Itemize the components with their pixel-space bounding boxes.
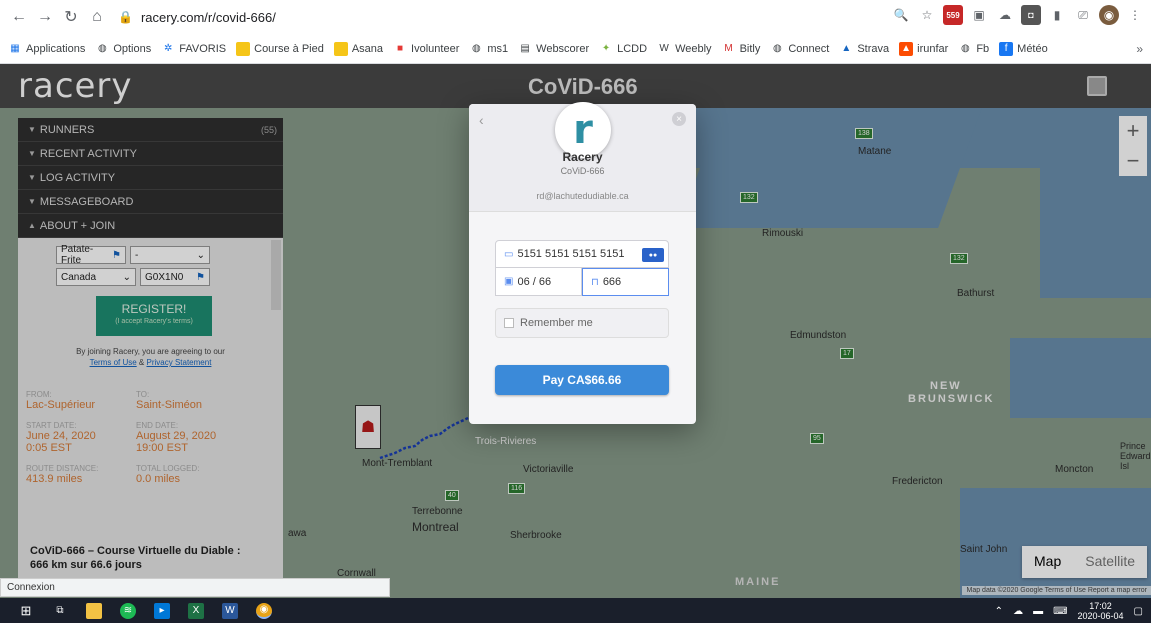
keyboard-icon[interactable]: ⌨ bbox=[1053, 606, 1067, 617]
bookmark-connect[interactable]: ◍ Connect bbox=[770, 42, 829, 56]
gmail-extension-icon[interactable]: 559 bbox=[943, 5, 963, 25]
cast-icon[interactable]: ⎚ bbox=[1073, 5, 1093, 25]
bookmark-webscorer[interactable]: ▤ Webscorer bbox=[518, 42, 589, 56]
stats-extension-icon[interactable]: ▮ bbox=[1047, 5, 1067, 25]
task-view-icon[interactable]: ⧉ bbox=[52, 603, 68, 619]
address-bar[interactable]: 🔒 racery.com/r/covid-666/ bbox=[118, 4, 878, 30]
bookmark-fb[interactable]: ◍ Fb bbox=[958, 42, 989, 56]
user-icon[interactable] bbox=[1087, 76, 1107, 96]
bookmark-options[interactable]: ◍ Options bbox=[95, 42, 151, 56]
bookmark-bitly[interactable]: M Bitly bbox=[722, 42, 760, 56]
close-icon[interactable]: × bbox=[672, 112, 686, 126]
webscorer-icon: ✦ bbox=[601, 43, 611, 54]
lock-icon: ⊓ bbox=[591, 276, 599, 288]
strava-icon: ▲ bbox=[899, 41, 914, 56]
merchant-name: Racery bbox=[562, 150, 603, 164]
clock-time: 17:02 bbox=[1089, 601, 1112, 611]
bookmark-lcdd[interactable]: ✦ LCDD bbox=[599, 42, 647, 56]
calendar-icon: ▣ bbox=[504, 276, 514, 287]
payment-modal: ‹ × r Racery CoViD-666 rd@lachutedudiabl… bbox=[469, 102, 696, 424]
globe-icon: ◍ bbox=[772, 43, 782, 54]
excel-icon[interactable]: X bbox=[188, 602, 204, 619]
bookmark-weebly[interactable]: W Weebly bbox=[657, 42, 711, 56]
system-tray: ⌃ ☁ ▬ ⌨ 17:02 2020-06-04 ▢ bbox=[995, 601, 1143, 621]
bookmark-course-a-pied[interactable]: Course à Pied bbox=[236, 41, 324, 56]
folder-icon bbox=[236, 41, 251, 56]
chrome-icon[interactable]: ◉ bbox=[256, 602, 272, 619]
racery-logo[interactable]: racery bbox=[18, 66, 133, 106]
cloud-icon[interactable]: ☁ bbox=[1013, 606, 1023, 617]
tray-chevron-icon[interactable]: ⌃ bbox=[995, 606, 1003, 617]
expiry-value: 06 / 66 bbox=[517, 275, 552, 288]
merchant-description: CoViD-666 bbox=[560, 166, 605, 176]
cvc-input[interactable]: ⊓ 666 bbox=[582, 268, 669, 296]
page-title: CoViD-666 bbox=[528, 74, 638, 99]
bookmark-strava[interactable]: ▲ Strava bbox=[839, 42, 889, 56]
bookmarks-more-icon[interactable]: » bbox=[1136, 42, 1143, 56]
ghostery-extension-icon[interactable]: ◘ bbox=[1021, 5, 1041, 25]
reload-icon[interactable]: ↻ bbox=[60, 6, 82, 28]
lcdd-icon: W bbox=[659, 43, 669, 54]
bookmark-favoris[interactable]: ✲ FAVORIS bbox=[161, 42, 226, 56]
clock[interactable]: 17:02 2020-06-04 bbox=[1078, 601, 1124, 621]
bookmark-irunfar[interactable]: ▲ irunfar bbox=[899, 41, 948, 56]
bookmark-ms1[interactable]: ◍ ms1 bbox=[469, 42, 508, 56]
globe-icon: ◍ bbox=[97, 43, 107, 54]
clock-date: 2020-06-04 bbox=[1077, 611, 1124, 621]
bookmark-applications[interactable]: ▦ Applications bbox=[8, 42, 85, 56]
lock-icon: 🔒 bbox=[118, 10, 133, 24]
expiry-input[interactable]: ▣ 06 / 66 bbox=[495, 268, 582, 296]
zoom-icon[interactable]: 🔍 bbox=[891, 5, 911, 25]
word-icon[interactable]: W bbox=[222, 602, 238, 619]
card-number-input[interactable]: ▭ 5151 5151 5151 5151 ●● bbox=[495, 240, 669, 268]
payer-email: rd@lachutedudiable.ca bbox=[536, 191, 629, 201]
garmin-triangle-icon: ▲ bbox=[841, 43, 852, 54]
windows-taskbar: ⊞ ⧉ ≋ ▸ X W ◉ ⌃ ☁ ▬ ⌨ 17:02 2020-06-04 ▢ bbox=[0, 598, 1151, 623]
forward-arrow-icon[interactable]: → bbox=[34, 6, 56, 28]
asana-icon: ■ bbox=[397, 43, 404, 54]
store-icon[interactable]: ▸ bbox=[154, 602, 170, 619]
bookmark-meteo[interactable]: f Météo bbox=[999, 41, 1048, 56]
ms1-icon: ▤ bbox=[520, 43, 530, 54]
bookmark-ivolunteer[interactable]: ■ Ivolunteer bbox=[393, 42, 459, 56]
facebook-icon: f bbox=[999, 41, 1014, 56]
profile-avatar[interactable]: ◉ bbox=[1099, 5, 1119, 25]
back-icon[interactable]: ‹ bbox=[479, 112, 484, 128]
status-bar: Connexion bbox=[0, 578, 390, 597]
notifications-icon[interactable]: ▢ bbox=[1134, 606, 1143, 617]
cvc-value: 666 bbox=[602, 276, 622, 288]
back-arrow-icon[interactable]: ← bbox=[8, 6, 30, 28]
globe-icon: ◍ bbox=[960, 43, 970, 54]
bookmark-star-icon[interactable]: ☆ bbox=[917, 5, 937, 25]
app-header: racery CoViD-666 bbox=[0, 64, 1151, 108]
bookmark-asana[interactable]: Asana bbox=[333, 41, 383, 56]
network-icon[interactable]: ▬ bbox=[1033, 606, 1043, 617]
globe-icon: ◍ bbox=[471, 43, 481, 54]
card-number-value: 5151 5151 5151 5151 bbox=[517, 248, 625, 260]
home-icon[interactable]: ⌂ bbox=[86, 6, 108, 28]
remember-me-label: Remember me bbox=[520, 317, 593, 329]
gear-icon: ✲ bbox=[164, 43, 173, 54]
windows-start-icon[interactable]: ⊞ bbox=[18, 603, 34, 619]
remember-me-checkbox[interactable]: Remember me bbox=[495, 308, 669, 338]
checkbox[interactable] bbox=[504, 318, 514, 328]
cloud-extension-icon[interactable]: ☁ bbox=[995, 5, 1015, 25]
bookmarks-bar: ▦ Applications ◍ Options ✲ FAVORIS Course à… bbox=[0, 34, 1151, 64]
credit-card-icon: ▭ bbox=[504, 248, 514, 260]
menu-icon[interactable]: ⋮ bbox=[1125, 5, 1145, 25]
spotify-icon[interactable]: ≋ bbox=[120, 602, 136, 619]
url-text: racery.com/r/covid-666/ bbox=[140, 9, 276, 25]
file-explorer-icon[interactable] bbox=[86, 602, 102, 619]
mastercard-icon: ●● bbox=[642, 248, 664, 262]
pay-button[interactable]: Pay CA$66.66 bbox=[495, 365, 669, 395]
pocket-extension-icon[interactable]: ▣ bbox=[969, 5, 989, 25]
browser-toolbar: ← → ↻ ⌂ 🔒 racery.com/r/covid-666/ 🔍 ☆ 55… bbox=[0, 0, 1151, 34]
apps-grid-icon: ▦ bbox=[10, 43, 20, 54]
gmail-icon: M bbox=[724, 43, 733, 54]
folder-icon bbox=[333, 41, 348, 56]
